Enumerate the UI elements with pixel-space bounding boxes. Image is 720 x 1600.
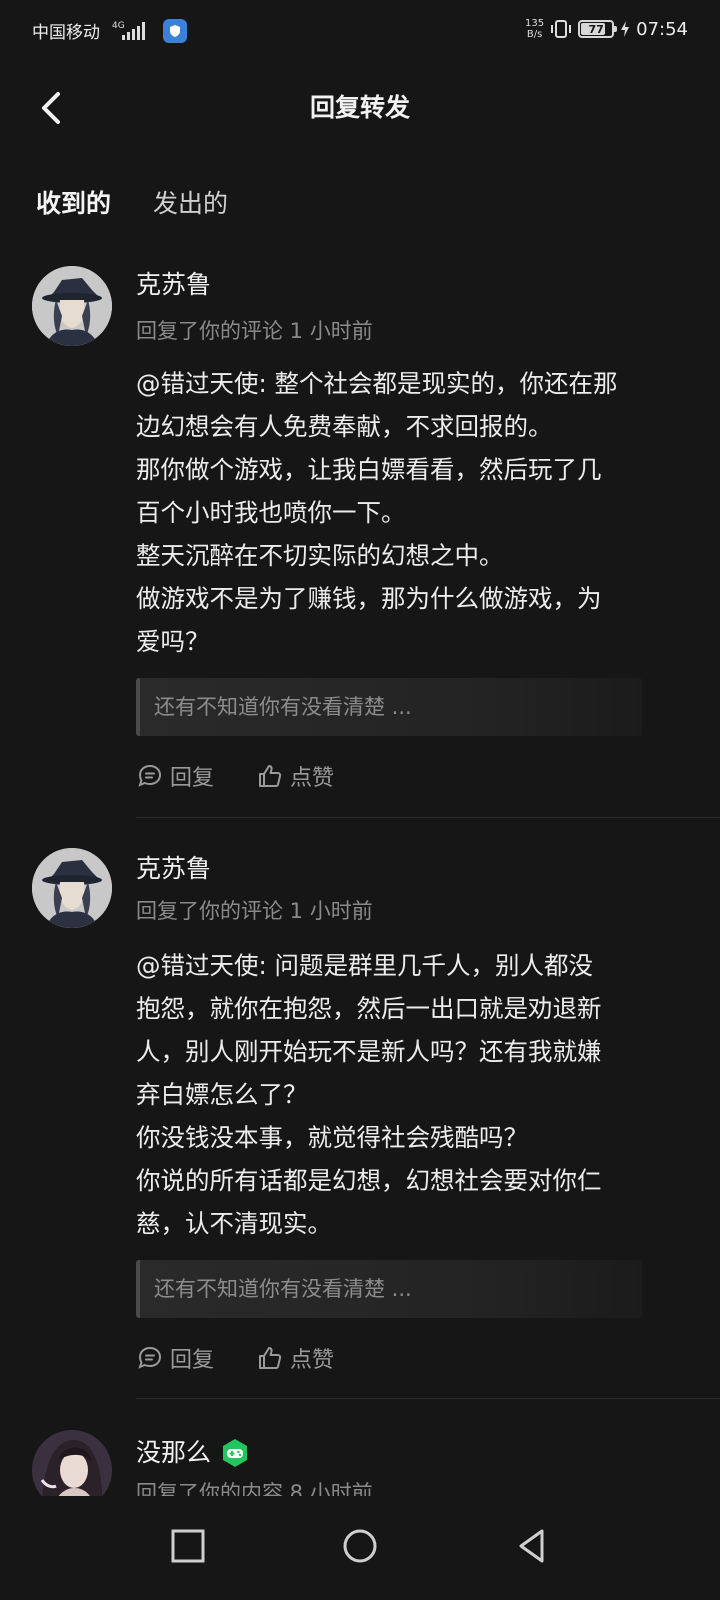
reply-line: @错过天使: 问题是群里几千人，别人都没 — [136, 951, 594, 980]
reply-body[interactable]: @错过天使: 问题是群里几千人，别人都没 抱怨，就你在抱怨，然后一出口就是劝退新… — [136, 944, 690, 1245]
signal-bars-icon — [122, 21, 145, 40]
reply-button[interactable]: 回复 — [136, 760, 214, 792]
reply-label: 回复 — [170, 766, 215, 791]
status-right: 135 B/s 77 07:54 — [525, 18, 688, 40]
username[interactable]: 克苏鲁 — [136, 852, 211, 886]
header: 回复转发 — [0, 76, 720, 140]
reply-line: 抱怨，就你在抱怨，然后一出口就是劝退新 — [136, 994, 602, 1023]
charging-bolt-icon — [621, 21, 630, 37]
quoted-comment[interactable]: 还有不知道你有没看清楚 ... — [136, 678, 642, 736]
tab-bar: 收到的 发出的 — [36, 186, 228, 222]
comment-icon — [138, 1346, 162, 1369]
like-label: 点赞 — [290, 1348, 335, 1373]
reply-line: 爱吗？ — [136, 627, 210, 656]
comment-icon — [138, 764, 162, 787]
reply-line: 你说的所有话都是幻想，幻想社会要对你仁 — [136, 1166, 602, 1195]
reply-line: 百个小时我也喷你一下。 — [136, 498, 406, 527]
page-title: 回复转发 — [309, 93, 410, 122]
username[interactable]: 克苏鲁 — [136, 268, 211, 302]
clock: 07:54 — [636, 18, 688, 40]
reply-line: 弃白嫖怎么了？ — [136, 1080, 308, 1109]
username-text[interactable]: 克苏鲁 — [136, 268, 211, 302]
reply-line: @错过天使: 整个社会都是现实的，你还在那 — [136, 369, 618, 398]
like-button[interactable]: 点赞 — [256, 1342, 334, 1374]
system-nav-bar — [0, 1496, 720, 1600]
signal-indicator: 4G — [112, 21, 145, 40]
action-row: 回复 点赞 — [136, 1342, 334, 1374]
username[interactable]: 没那么 — [136, 1436, 251, 1470]
reply-button[interactable]: 回复 — [136, 1342, 214, 1374]
reply-line: 边幻想会有人免费奉献，不求回报的。 — [136, 412, 553, 441]
tab-received[interactable]: 收到的 — [36, 186, 111, 222]
thumbs-up-icon — [259, 1347, 282, 1369]
game-controller-badge-icon — [223, 1439, 248, 1467]
reply-line: 慈，认不清现实。 — [136, 1209, 332, 1238]
battery-icon: 77 — [578, 20, 618, 38]
username-text[interactable]: 克苏鲁 — [136, 852, 211, 886]
avatar[interactable] — [32, 848, 112, 928]
reply-meta: 回复了你的评论 1 小时前 — [136, 319, 373, 343]
thumbs-up-icon — [259, 765, 282, 787]
like-label: 点赞 — [290, 766, 335, 791]
reply-line: 整天沉醉在不切实际的幻想之中。 — [136, 541, 504, 570]
reply-meta: 回复了你的评论 1 小时前 — [136, 899, 373, 923]
reply-line: 你没钱没本事，就觉得社会残酷吗？ — [136, 1123, 528, 1152]
recent-apps-icon[interactable] — [168, 1526, 208, 1566]
action-row: 回复 点赞 — [136, 760, 334, 792]
carrier-name: 中国移动 — [32, 23, 100, 43]
reply-line: 做游戏不是为了赚钱，那为什么做游戏，为 — [136, 584, 602, 613]
divider — [136, 817, 720, 818]
reply-label: 回复 — [170, 1348, 215, 1373]
reply-line: 那你做个游戏，让我白嫖看看，然后玩了几 — [136, 455, 602, 484]
net-speed-unit: B/s — [526, 29, 543, 40]
back-triangle-icon[interactable] — [512, 1526, 552, 1566]
username-text[interactable]: 没那么 — [136, 1436, 211, 1470]
reply-line: 人，别人刚开始玩不是新人吗？还有我就嫌 — [136, 1037, 602, 1066]
net-speed: 135 B/s — [525, 18, 544, 40]
vibrate-icon — [551, 20, 572, 38]
like-button[interactable]: 点赞 — [256, 760, 334, 792]
home-icon[interactable] — [340, 1526, 380, 1566]
status-bar: 中国移动 4G 135 B/s 77 07:54 — [0, 0, 720, 64]
net-speed-value: 135 — [525, 18, 545, 29]
avatar[interactable] — [32, 266, 112, 346]
battery-level: 77 — [588, 22, 604, 36]
shield-app-icon — [163, 18, 187, 43]
quoted-comment[interactable]: 还有不知道你有没看清楚 ... — [136, 1260, 642, 1318]
divider — [136, 1398, 720, 1399]
tab-sent[interactable]: 发出的 — [153, 186, 228, 222]
reply-body[interactable]: @错过天使: 整个社会都是现实的，你还在那 边幻想会有人免费奉献，不求回报的。 … — [136, 362, 690, 663]
status-left: 中国移动 4G — [32, 18, 187, 43]
